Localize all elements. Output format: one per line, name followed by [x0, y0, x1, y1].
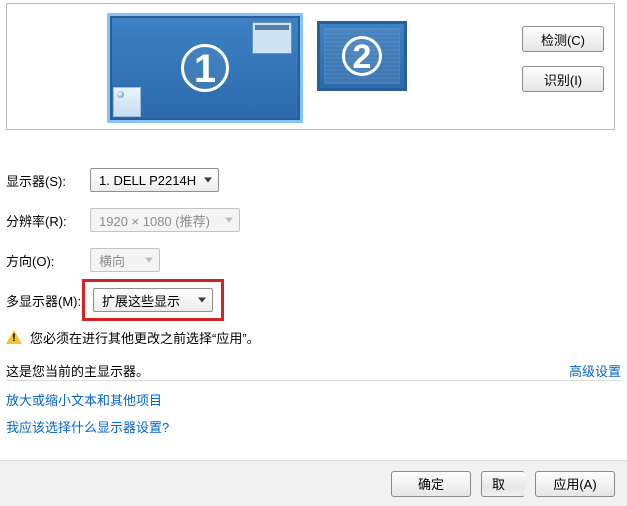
monitor-1[interactable]: 1: [107, 13, 303, 123]
multi-display-label: 多显示器(M):: [6, 291, 90, 310]
separator: [6, 380, 621, 381]
orientation-value: 横向: [99, 251, 125, 270]
monitor-2[interactable]: 2: [317, 21, 407, 91]
warning-text: 您必须在进行其他更改之前选择“应用”。: [30, 328, 260, 347]
monitor-canvas[interactable]: 1 2: [107, 13, 407, 125]
which-settings-link[interactable]: 我应该选择什么显示器设置?: [6, 417, 169, 436]
advanced-settings-link[interactable]: 高级设置: [569, 361, 621, 380]
primary-display-note: 这是您当前的主显示器。: [6, 361, 149, 380]
orientation-dropdown: 横向: [90, 248, 160, 272]
warning-icon: [6, 330, 22, 346]
display-dropdown[interactable]: 1. DELL P2214H: [90, 168, 219, 192]
ok-button[interactable]: 确定: [391, 471, 471, 497]
orientation-label: 方向(O):: [6, 251, 90, 270]
multi-display-value: 扩展这些显示: [102, 291, 180, 310]
apply-button[interactable]: 应用(A): [535, 471, 615, 497]
dialog-button-bar: 确定 取 应用(A): [0, 460, 627, 506]
scale-text-link[interactable]: 放大或缩小文本和其他项目: [6, 390, 169, 409]
resolution-dropdown: 1920 × 1080 (推荐): [90, 208, 240, 232]
display-arrangement-panel: 1 2 检测(C) 识别(I): [6, 3, 615, 130]
display-label: 显示器(S):: [6, 171, 90, 190]
multi-display-highlight: 扩展这些显示: [82, 279, 224, 321]
sample-taskbar: [113, 87, 141, 117]
monitor-number: 1: [181, 44, 229, 92]
monitor-number: 2: [342, 36, 382, 76]
resolution-label: 分辨率(R):: [6, 211, 90, 230]
cancel-button[interactable]: 取: [481, 471, 525, 497]
multi-display-dropdown[interactable]: 扩展这些显示: [93, 288, 213, 312]
display-value: 1. DELL P2214H: [99, 173, 196, 188]
detect-button[interactable]: 检测(C): [522, 26, 604, 52]
sample-window: [252, 22, 292, 54]
resolution-value: 1920 × 1080 (推荐): [99, 211, 210, 230]
identify-button[interactable]: 识别(I): [522, 66, 604, 92]
